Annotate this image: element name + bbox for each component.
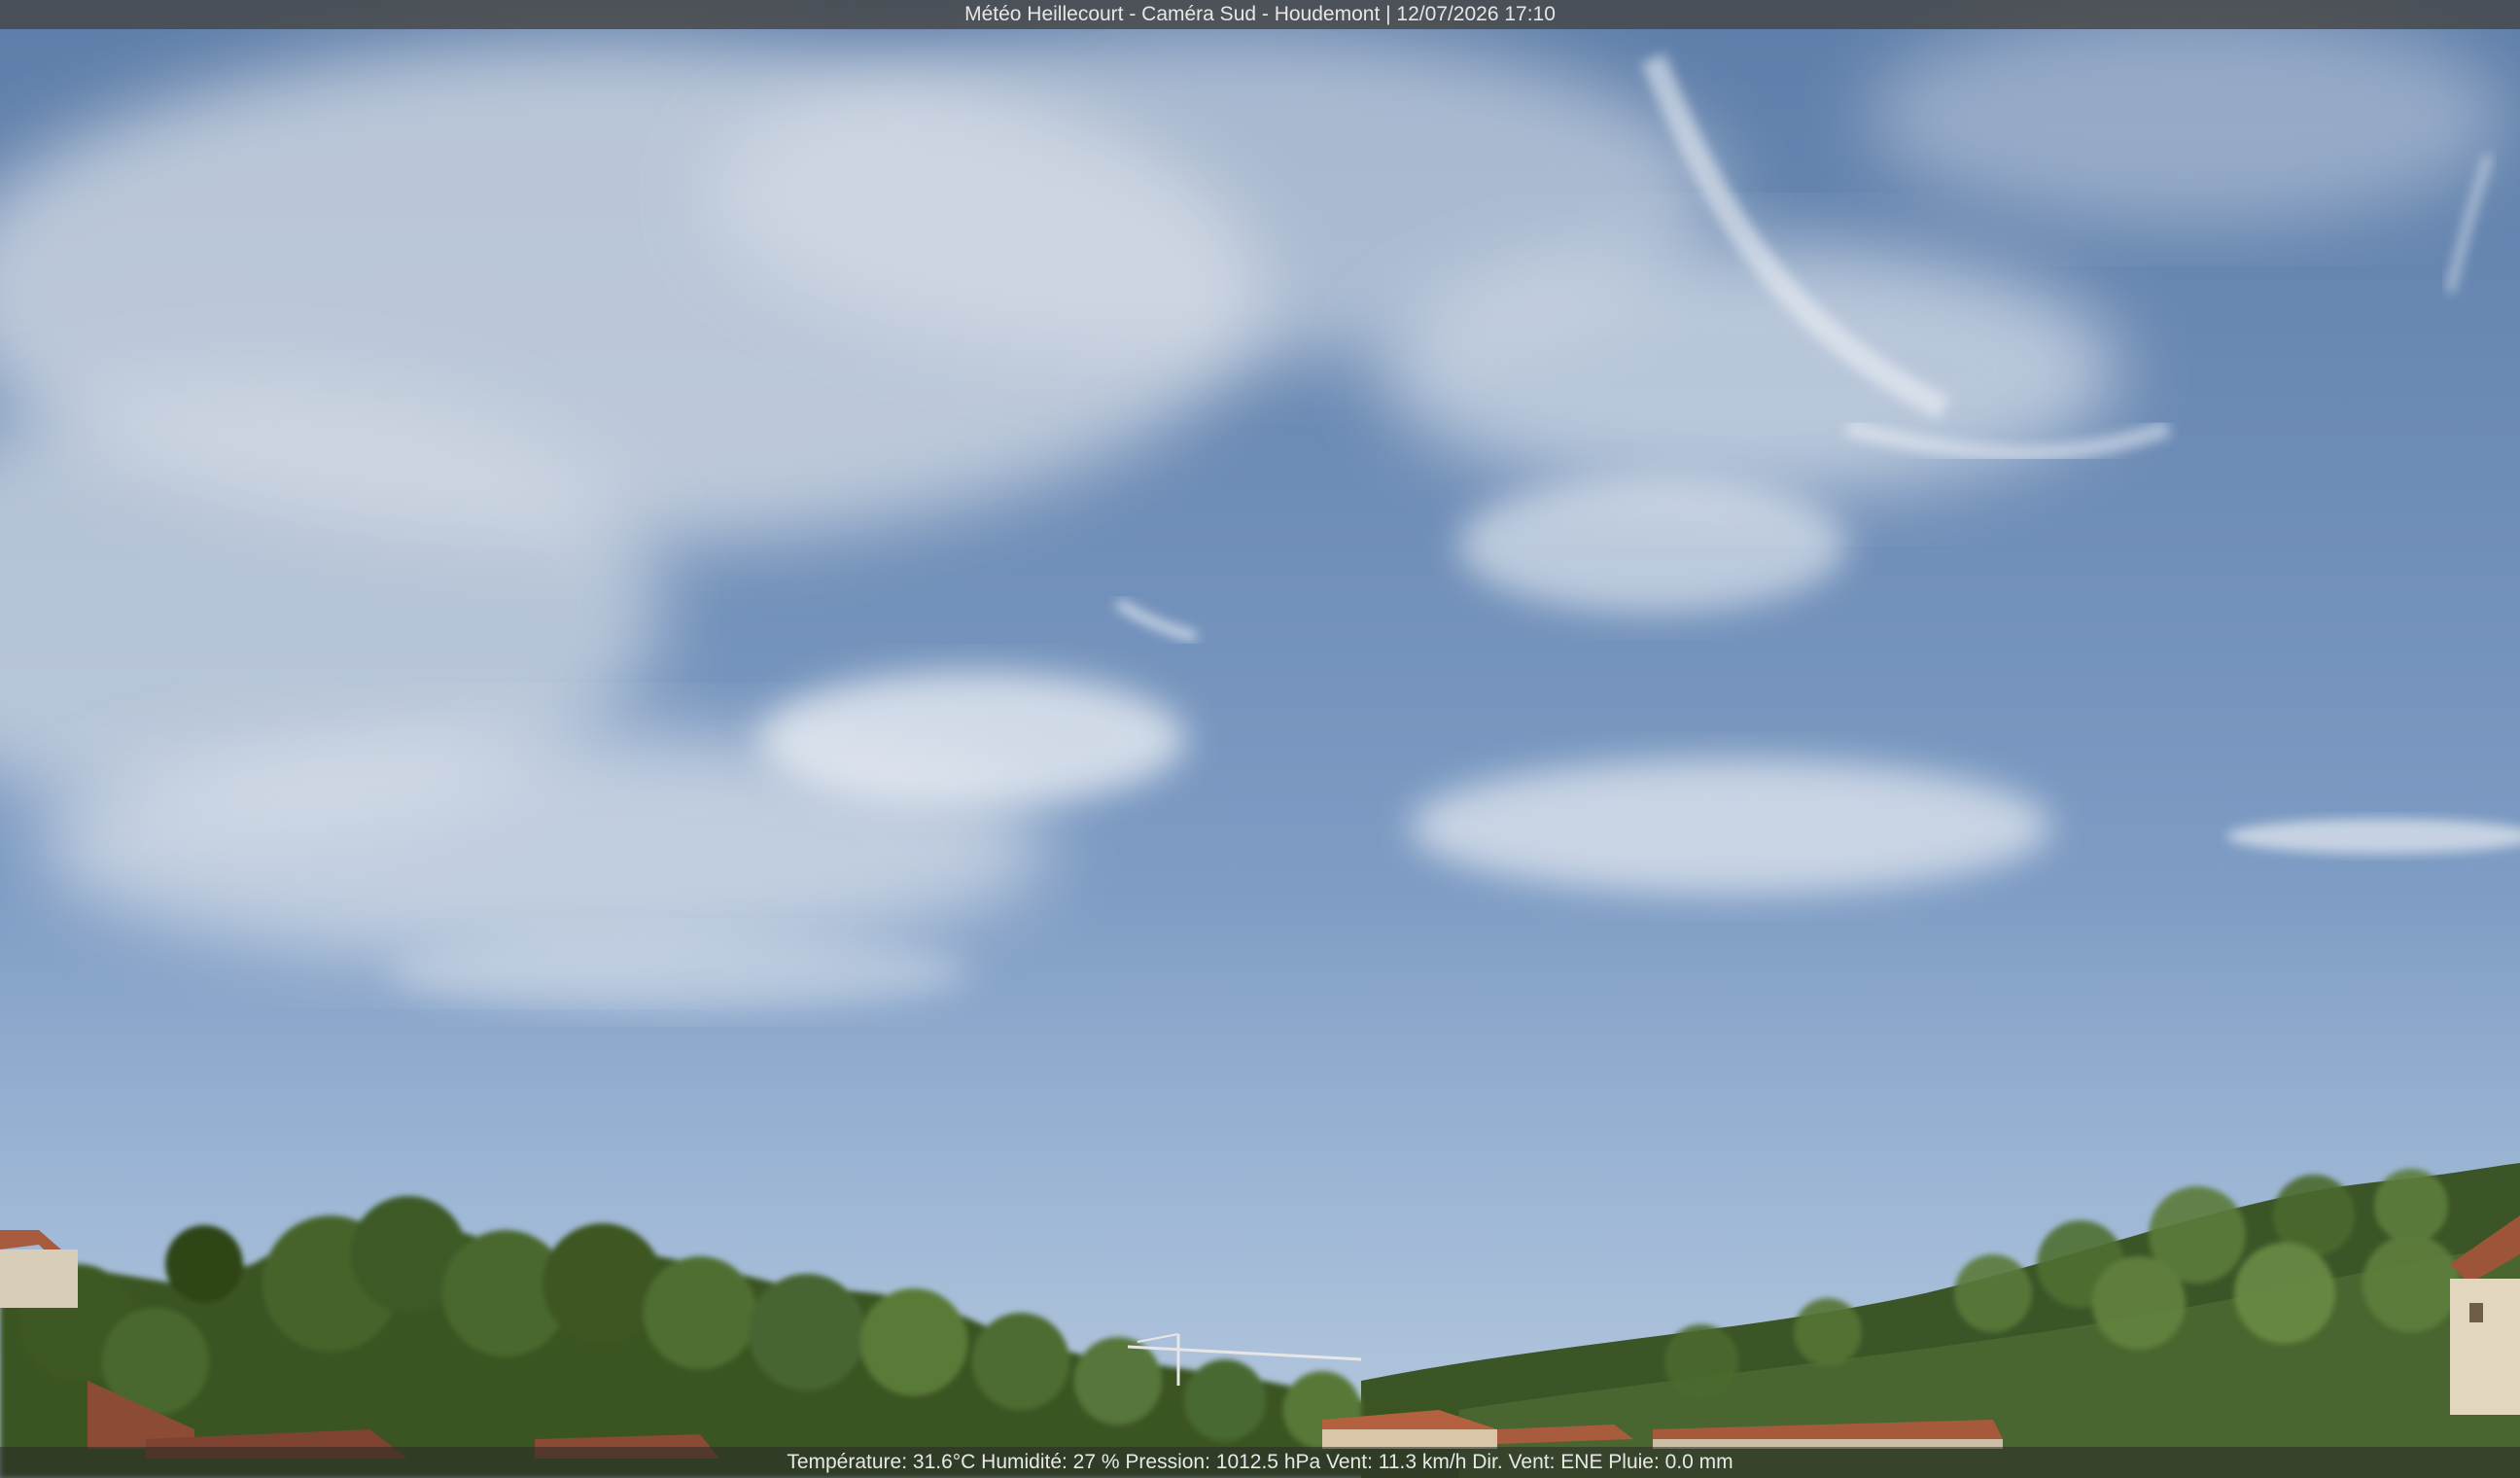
weather-status-bar: Température: 31.6°C Humidité: 27 % Press… (0, 1447, 2520, 1478)
camera-title-bar: Météo Heillecourt - Caméra Sud - Houdemo… (0, 0, 2520, 29)
cloud-layer (0, 10, 2520, 1011)
tree-line (0, 1196, 1458, 1478)
webcam-frame: Météo Heillecourt - Caméra Sud - Houdemo… (0, 0, 2520, 1478)
webcam-scene (0, 10, 2520, 1478)
camera-title: Météo Heillecourt - Caméra Sud - Houdemo… (964, 3, 1556, 25)
weather-readout: Température: 31.6°C Humidité: 27 % Press… (787, 1451, 1733, 1473)
